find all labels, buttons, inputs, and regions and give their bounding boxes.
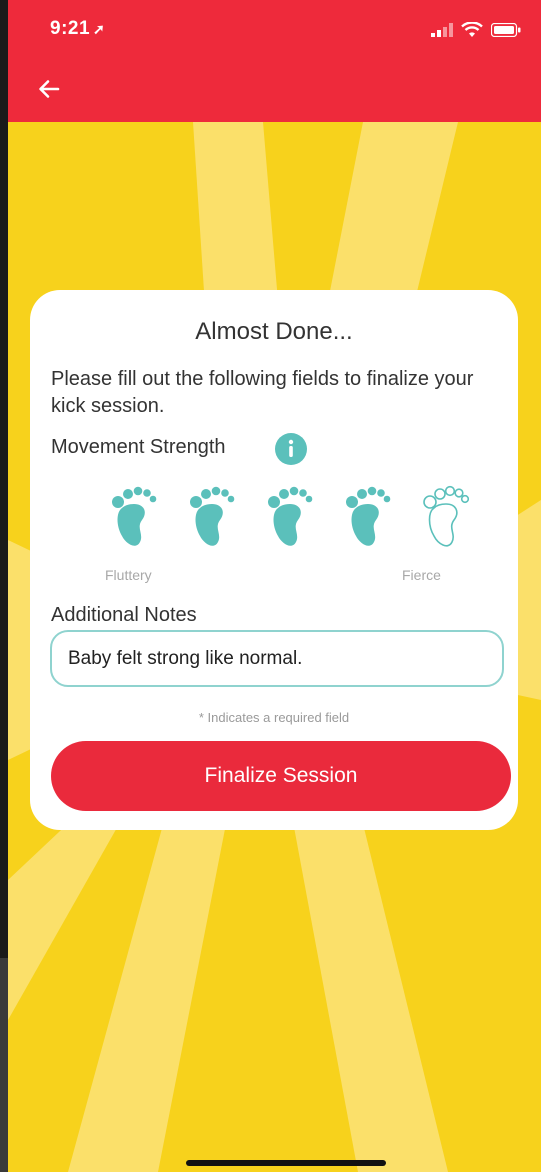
footprint-empty-icon[interactable] (416, 482, 474, 552)
scale-max-label: Fierce (402, 567, 441, 583)
screen-edge (0, 958, 8, 1172)
footprint-filled-icon[interactable] (260, 482, 318, 552)
wifi-icon (461, 22, 483, 37)
required-field-note: * Indicates a required field (198, 710, 350, 725)
movement-strength-rating (104, 482, 474, 552)
status-icons (431, 22, 521, 38)
movement-strength-label: Movement Strength (51, 436, 226, 458)
card-description: Please fill out the following fields to … (51, 368, 474, 417)
battery-icon (491, 23, 521, 37)
home-indicator (186, 1160, 386, 1166)
back-arrow-icon[interactable] (34, 74, 64, 104)
footprint-filled-icon[interactable] (338, 482, 396, 552)
header-bar: 9:21 ➚ (8, 0, 541, 122)
card-title: Almost Done... (195, 318, 353, 345)
app-screen: 9:21 ➚ Almost Done... Please fill out th… (8, 0, 541, 1172)
scale-min-label: Fluttery (105, 567, 152, 583)
info-icon[interactable] (275, 433, 307, 465)
finalize-card: Almost Done... Please fill out the follo… (30, 290, 518, 830)
cellular-signal-icon (431, 23, 453, 37)
status-time: 9:21 ➚ (50, 18, 106, 39)
footprint-filled-icon[interactable] (104, 482, 162, 552)
footprint-filled-icon[interactable] (182, 482, 240, 552)
location-arrow-icon: ➚ (93, 21, 106, 37)
finalize-session-button[interactable]: Finalize Session (51, 741, 511, 811)
additional-notes-input[interactable] (50, 630, 504, 687)
additional-notes-label: Additional Notes (51, 604, 197, 626)
